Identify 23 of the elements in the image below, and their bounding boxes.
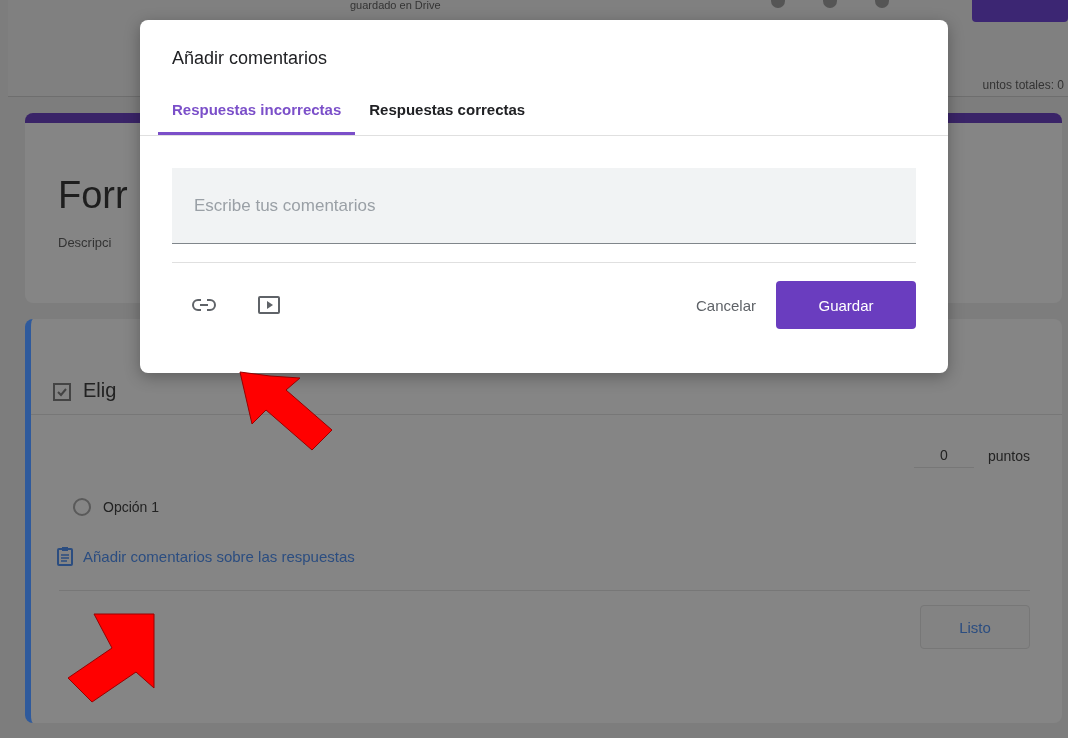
dialog-title: Añadir comentarios	[172, 48, 329, 69]
toolbar-icon[interactable]	[822, 0, 837, 8]
form-title: Forr	[58, 173, 128, 217]
toolbar-icon[interactable]	[874, 0, 889, 8]
cancel-button[interactable]: Cancelar	[675, 286, 776, 324]
tab[interactable]: Respuestas incorrectas	[158, 97, 356, 135]
radio-button[interactable]	[73, 498, 91, 516]
video-icon[interactable]	[258, 296, 280, 314]
link-icon[interactable]	[192, 298, 216, 312]
option-label: Opción 1	[103, 499, 160, 515]
form-description: Descripci	[58, 235, 112, 250]
save-button[interactable]: Guardar	[776, 281, 916, 329]
total-points: untos totales: 0	[982, 78, 1064, 92]
save-status: guardado en Drive	[350, 0, 441, 13]
send-button[interactable]	[972, 0, 1068, 22]
points-field[interactable]: 0	[913, 443, 974, 468]
clipboard-icon	[57, 546, 73, 566]
tab[interactable]: Respuestas correctas	[355, 97, 540, 135]
checkbox-icon	[53, 380, 71, 401]
comment-field[interactable]: Escribe tus comentarios	[172, 168, 916, 244]
points-label: puntos	[987, 447, 1030, 464]
question-title: Elig	[83, 379, 117, 402]
toolbar-icon[interactable]	[770, 0, 785, 8]
